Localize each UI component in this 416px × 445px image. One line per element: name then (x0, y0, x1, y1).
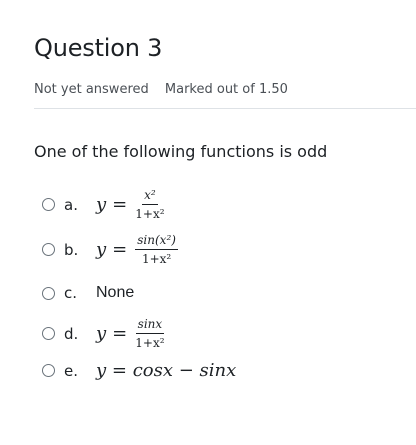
equals-sign: = (112, 323, 128, 344)
question-meta: Not yet answered Marked out of 1.50 (34, 82, 288, 97)
option-b-lhs: y (96, 239, 107, 260)
option-d[interactable]: d. y = sinx 1+x² (42, 317, 165, 350)
question-prompt: One of the following functions is odd (34, 142, 328, 161)
radio-e[interactable] (42, 364, 55, 377)
option-d-letter: d. (64, 324, 79, 343)
option-c-text: None (96, 284, 135, 301)
option-b-letter: b. (64, 240, 79, 259)
answer-status: Not yet answered (34, 82, 149, 97)
option-d-formula: y = sinx 1+x² (96, 317, 165, 350)
option-d-numerator: sinx (135, 317, 165, 334)
option-c[interactable]: c. None (42, 284, 134, 302)
option-a-lhs: y (96, 194, 107, 215)
option-b-numerator: sin(x²) (135, 233, 178, 250)
option-a-denominator: 1+x² (135, 207, 165, 221)
option-e-letter: e. (64, 361, 78, 380)
option-d-denominator: 1+x² (135, 336, 165, 350)
option-b-denominator: 1+x² (141, 252, 172, 266)
option-a[interactable]: a. y = x² 1+x² (42, 188, 165, 221)
option-a-numerator: x² (142, 188, 158, 205)
radio-d[interactable] (42, 327, 55, 340)
question-card: Question 3 Not yet answered Marked out o… (0, 0, 416, 445)
option-e[interactable]: e. y = cosx − sinx (42, 360, 236, 381)
option-d-lhs: y (96, 323, 107, 344)
option-a-formula: y = x² 1+x² (96, 188, 165, 221)
option-c-letter: c. (64, 284, 78, 302)
divider (34, 108, 416, 109)
question-title: Question 3 (34, 34, 163, 62)
equals-sign: = (112, 194, 128, 215)
option-a-fraction: x² 1+x² (135, 188, 164, 221)
radio-b[interactable] (42, 243, 55, 256)
option-b-formula: y = sin(x²) 1+x² (96, 233, 178, 266)
option-a-letter: a. (64, 195, 78, 214)
marks-info: Marked out of 1.50 (164, 82, 288, 97)
radio-c[interactable] (42, 286, 55, 300)
option-b[interactable]: b. y = sin(x²) 1+x² (42, 233, 178, 266)
equals-sign: = (112, 239, 128, 260)
option-b-fraction: sin(x²) 1+x² (135, 233, 178, 266)
option-e-formula: y = cosx − sinx (96, 360, 237, 381)
radio-a[interactable] (42, 198, 55, 211)
option-d-fraction: sinx 1+x² (135, 317, 164, 350)
